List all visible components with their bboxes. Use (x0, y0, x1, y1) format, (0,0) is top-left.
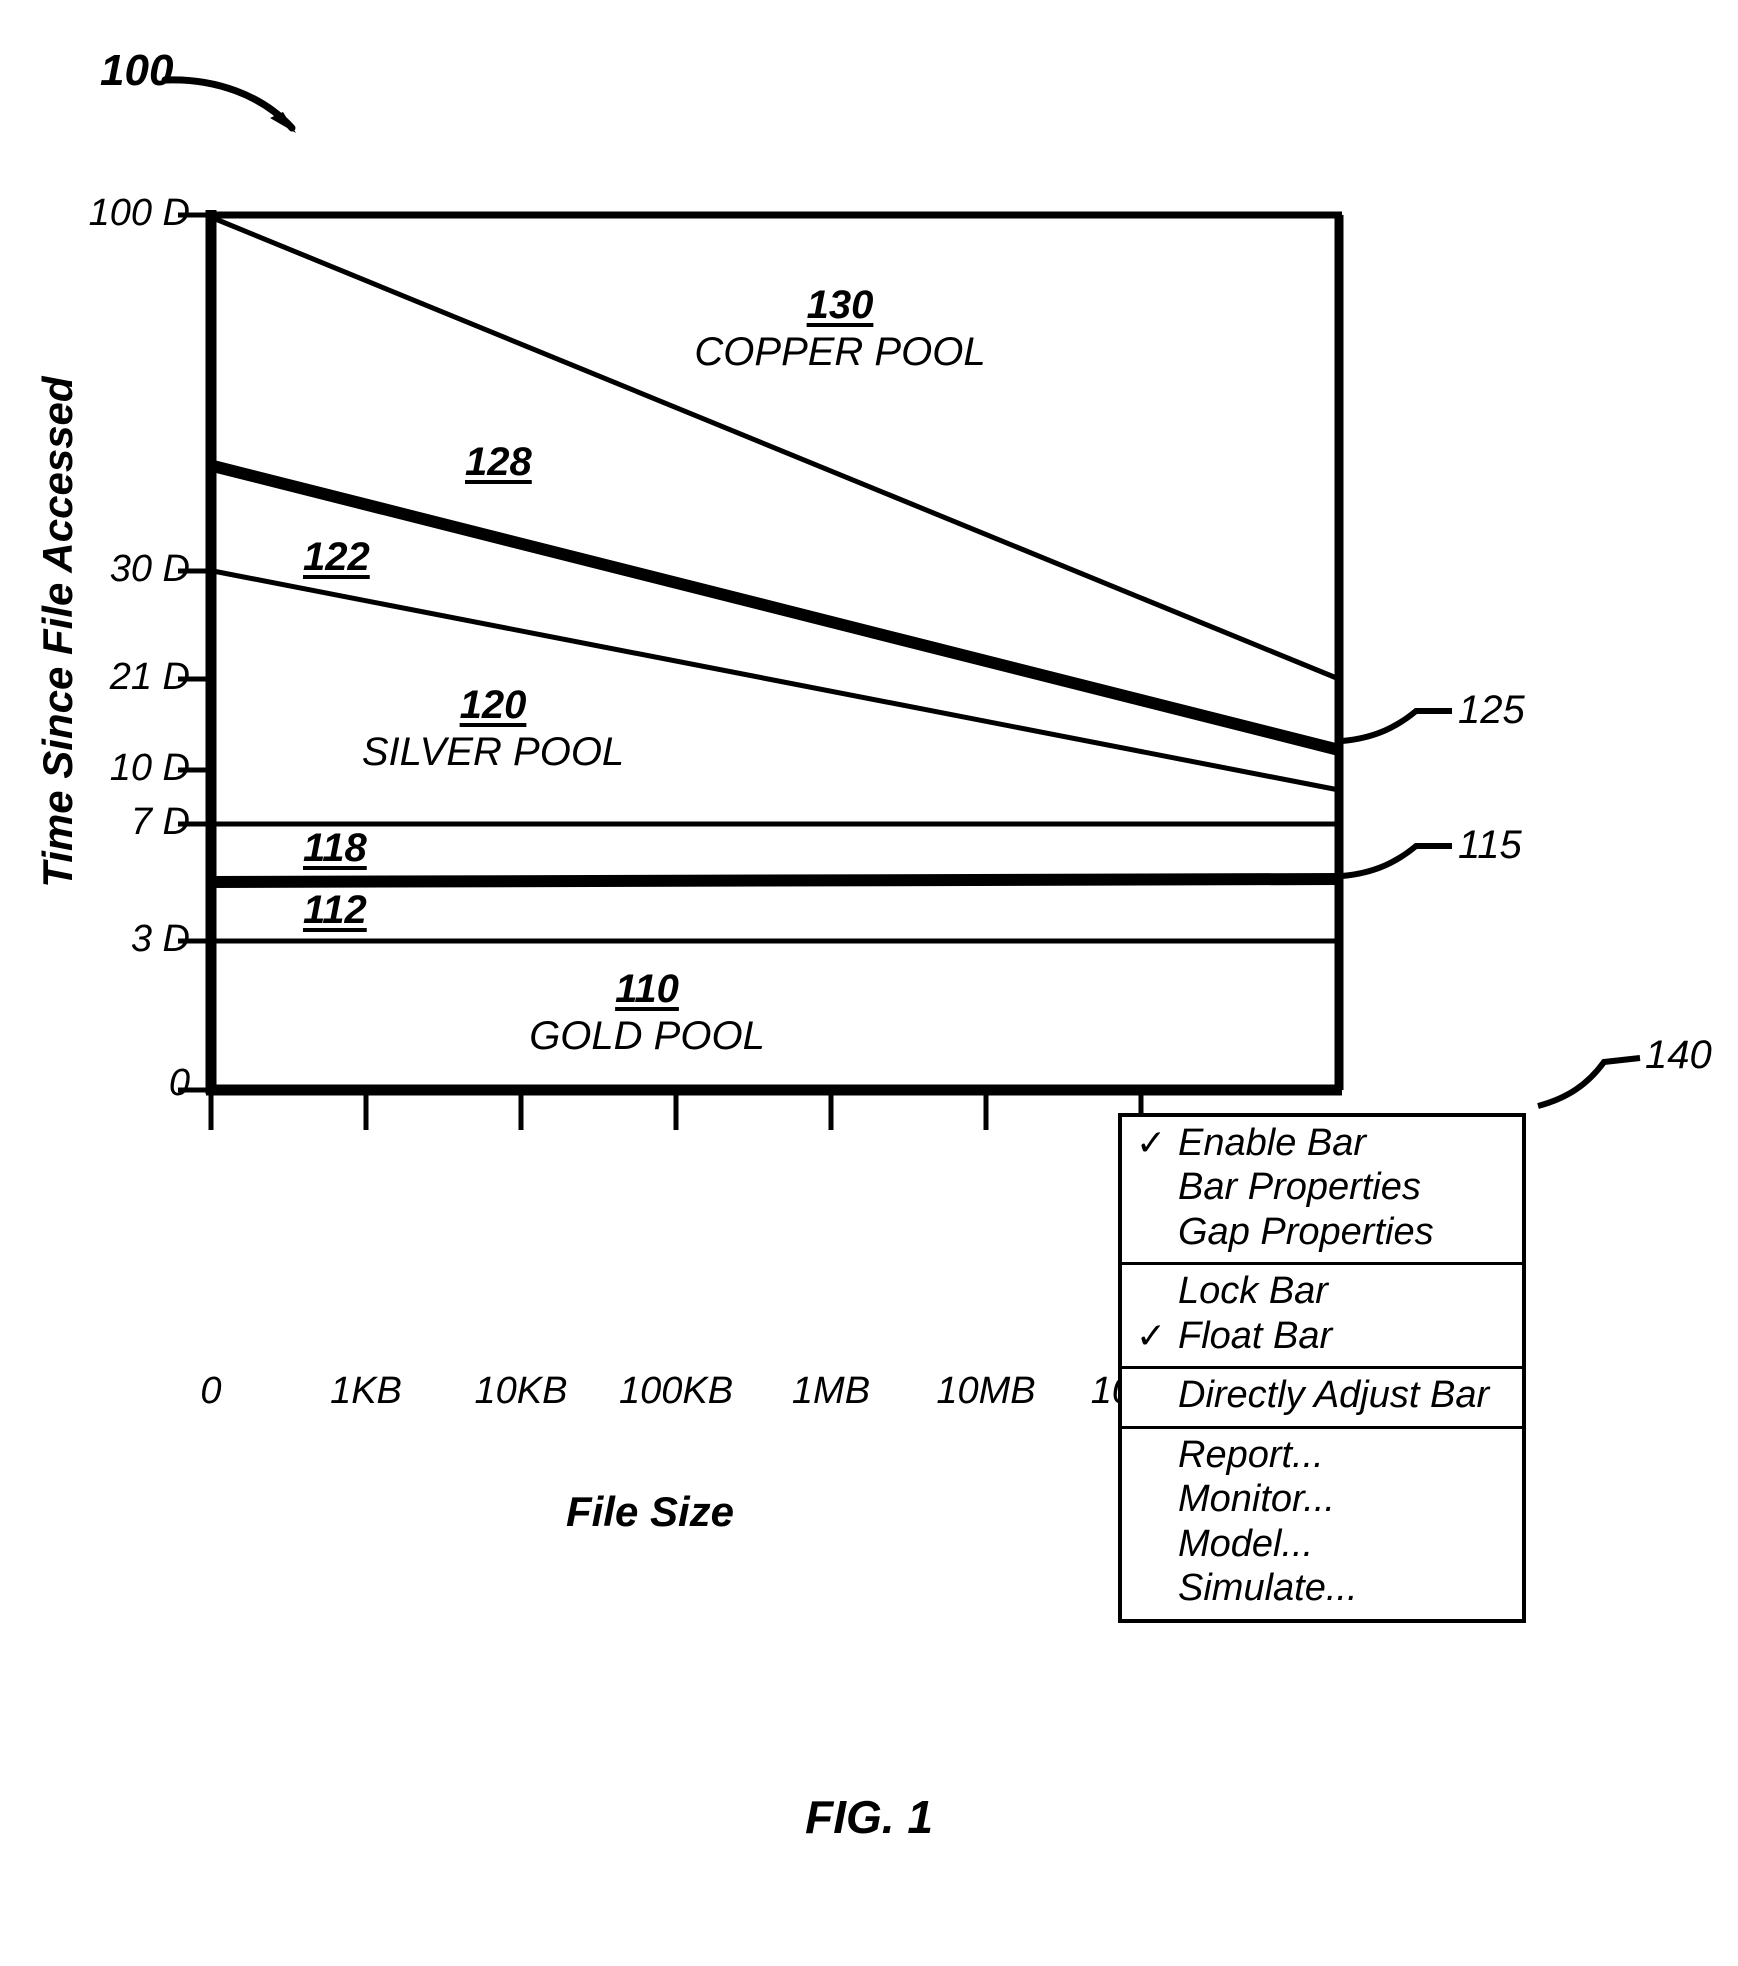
region-label-gold-pool: 110 GOLD POOL (512, 967, 782, 1059)
menu-item-label: Enable Bar (1178, 1122, 1367, 1164)
menu-item-label: Gap Properties (1178, 1210, 1434, 1253)
x-tick-label-100kb: 100KB (618, 1370, 734, 1412)
region-name-130: COPPER POOL (694, 330, 986, 374)
menu-item-label: Report... (1178, 1433, 1324, 1476)
region-name-110: GOLD POOL (529, 1014, 765, 1058)
menu-item-directly-adjust-bar[interactable]: Directly Adjust Bar (1122, 1373, 1522, 1417)
menu-item-bar-properties[interactable]: Bar Properties (1122, 1165, 1522, 1209)
context-menu[interactable]: ✓ Enable Bar Bar Properties Gap Properti… (1118, 1113, 1526, 1623)
menu-item-enable-bar[interactable]: ✓ Enable Bar (1122, 1121, 1522, 1165)
menu-item-float-bar[interactable]: ✓ Float Bar (1122, 1314, 1522, 1358)
menu-item-label: Bar Properties (1178, 1166, 1421, 1209)
x-tick-label-1kb: 1KB (330, 1370, 402, 1412)
region-ref-110: 110 (615, 967, 679, 1011)
menu-group-bar-mode: Lock Bar ✓ Float Bar (1122, 1265, 1522, 1370)
menu-group-bar-options: ✓ Enable Bar Bar Properties Gap Properti… (1122, 1117, 1522, 1266)
reference-numeral-115: 115 (1458, 823, 1522, 867)
menu-group-tools: Report... Monitor... Model... Simulate..… (1122, 1429, 1522, 1619)
leader-125 (1341, 708, 1452, 744)
reference-numeral-125: 125 (1458, 688, 1525, 732)
y-tick-label-100d: 100 D (88, 192, 190, 234)
region-label-copper-pool: 130 COPPER POOL (680, 283, 1000, 375)
x-tick-label-0: 0 (200, 1370, 222, 1412)
menu-item-model[interactable]: Model... (1122, 1522, 1522, 1566)
region-ref-120: 120 (459, 683, 527, 727)
figure-number: 100 (100, 46, 174, 95)
menu-item-gap-properties[interactable]: Gap Properties (1122, 1210, 1522, 1254)
x-axis-ticks (208, 1090, 1144, 1130)
menu-item-label: Float Bar (1178, 1314, 1333, 1357)
reference-numeral-122: 122 (303, 535, 370, 579)
figure-caption: FIG. 1 (805, 1791, 933, 1843)
y-tick-label-0: 0 (168, 1062, 190, 1104)
menu-item-label: Simulate... (1178, 1567, 1358, 1610)
menu-item-label: Monitor... (1178, 1478, 1335, 1521)
x-tick-label-10mb: 10MB (936, 1370, 1036, 1412)
leader-lines (1341, 708, 1641, 1109)
menu-item-report[interactable]: Report... (1122, 1433, 1522, 1477)
x-axis-title: File Size (565, 1488, 735, 1535)
leader-115 (1341, 843, 1452, 879)
figure-number-leader-arrow (161, 76, 296, 133)
region-label-silver-pool: 120 SILVER POOL (348, 683, 638, 775)
menu-item-lock-bar[interactable]: Lock Bar (1122, 1269, 1522, 1313)
leader-140 (1537, 1055, 1641, 1109)
menu-group-adjust: Directly Adjust Bar (1122, 1369, 1522, 1429)
region-name-120: SILVER POOL (361, 730, 625, 774)
line-115-bar (207, 873, 1342, 888)
y-tick-label-30d: 30 D (109, 548, 190, 590)
menu-item-label: Model... (1178, 1522, 1314, 1565)
x-tick-label-10kb: 10KB (474, 1370, 568, 1412)
region-ref-130: 130 (806, 283, 874, 327)
x-tick-label-1mb: 1MB (791, 1370, 871, 1412)
reference-numeral-118: 118 (303, 826, 367, 870)
checkmark-icon: ✓ (1136, 1314, 1167, 1356)
reference-numeral-140: 140 (1645, 1033, 1712, 1077)
checkmark-icon: ✓ (1136, 1122, 1167, 1163)
menu-item-monitor[interactable]: Monitor... (1122, 1477, 1522, 1521)
y-tick-label-7d: 7 D (130, 801, 190, 843)
menu-item-simulate[interactable]: Simulate... (1122, 1566, 1522, 1610)
y-tick-label-10d: 10 D (109, 747, 190, 789)
reference-numeral-112: 112 (303, 888, 367, 932)
y-tick-label-21d: 21 D (109, 656, 190, 698)
y-tick-label-3d: 3 D (130, 918, 190, 960)
figure-root: 100 Time Since File Accessed File Size 1… (0, 0, 1738, 1966)
menu-item-label: Directly Adjust Bar (1178, 1374, 1490, 1417)
reference-numeral-128: 128 (465, 440, 532, 484)
menu-item-label: Lock Bar (1178, 1270, 1328, 1313)
